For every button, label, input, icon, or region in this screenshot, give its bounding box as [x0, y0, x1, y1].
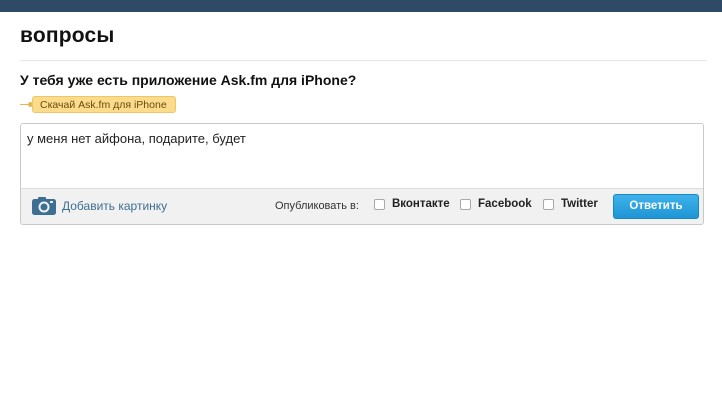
top-bar — [0, 0, 722, 12]
share-facebook-label[interactable]: Facebook — [478, 198, 532, 210]
reply-button[interactable]: Ответить — [613, 194, 699, 219]
answer-form: у меня нет айфона, подарите, будет Добав… — [20, 123, 704, 225]
share-facebook-option[interactable]: Facebook — [460, 198, 532, 210]
share-vkontakte-label[interactable]: Вконтакте — [392, 198, 450, 210]
add-image-button[interactable]: Добавить картинку — [31, 196, 167, 216]
share-vkontakte-checkbox[interactable] — [374, 198, 385, 210]
add-image-label[interactable]: Добавить картинку — [62, 199, 167, 213]
page-title: вопросы — [20, 24, 115, 47]
share-twitter-option[interactable]: Twitter — [543, 198, 598, 210]
answer-textarea[interactable]: у меня нет айфона, подарите, будет — [21, 124, 703, 188]
app-promo-tag[interactable]: Скачай Ask.fm для iPhone — [20, 96, 176, 113]
share-vkontakte-option[interactable]: Вконтакте — [374, 198, 450, 210]
title-divider — [20, 60, 706, 61]
share-twitter-label[interactable]: Twitter — [561, 198, 598, 210]
publish-to-label: Опубликовать в: — [275, 200, 359, 212]
share-facebook-checkbox[interactable] — [460, 198, 471, 210]
app-promo-link[interactable]: Скачай Ask.fm для iPhone — [32, 96, 176, 113]
answer-toolbar: Добавить картинку Опубликовать в: Вконта… — [21, 188, 703, 224]
share-twitter-checkbox[interactable] — [543, 198, 554, 210]
camera-icon[interactable] — [31, 196, 57, 216]
question-text: У тебя уже есть приложение Ask.fm для iP… — [20, 72, 357, 88]
